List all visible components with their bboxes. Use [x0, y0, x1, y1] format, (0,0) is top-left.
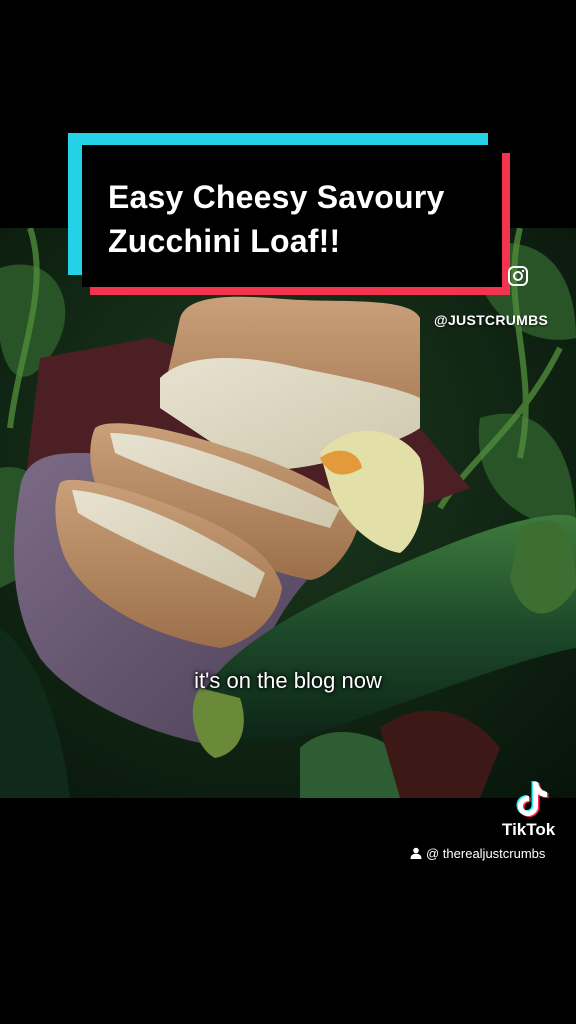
title-line-2: Zucchini Loaf!!: [108, 223, 341, 259]
title-box: Easy Cheesy Savoury Zucchini Loaf!!: [82, 145, 502, 287]
tiktok-username: @ therealjustcrumbs: [410, 846, 545, 861]
video-caption: it's on the blog now: [194, 668, 382, 693]
person-icon: [410, 847, 422, 859]
instagram-icon: [508, 266, 528, 286]
title-banner: Easy Cheesy Savoury Zucchini Loaf!!: [68, 133, 516, 301]
tiktok-wordmark: TikTok: [502, 820, 556, 839]
tiktok-logo-icon: [516, 781, 549, 817]
tiktok-username-text: @ therealjustcrumbs: [426, 846, 546, 861]
title-line-1: Easy Cheesy Savoury: [108, 179, 445, 215]
watermark-handle: @JUSTCRUMBS: [434, 312, 549, 328]
